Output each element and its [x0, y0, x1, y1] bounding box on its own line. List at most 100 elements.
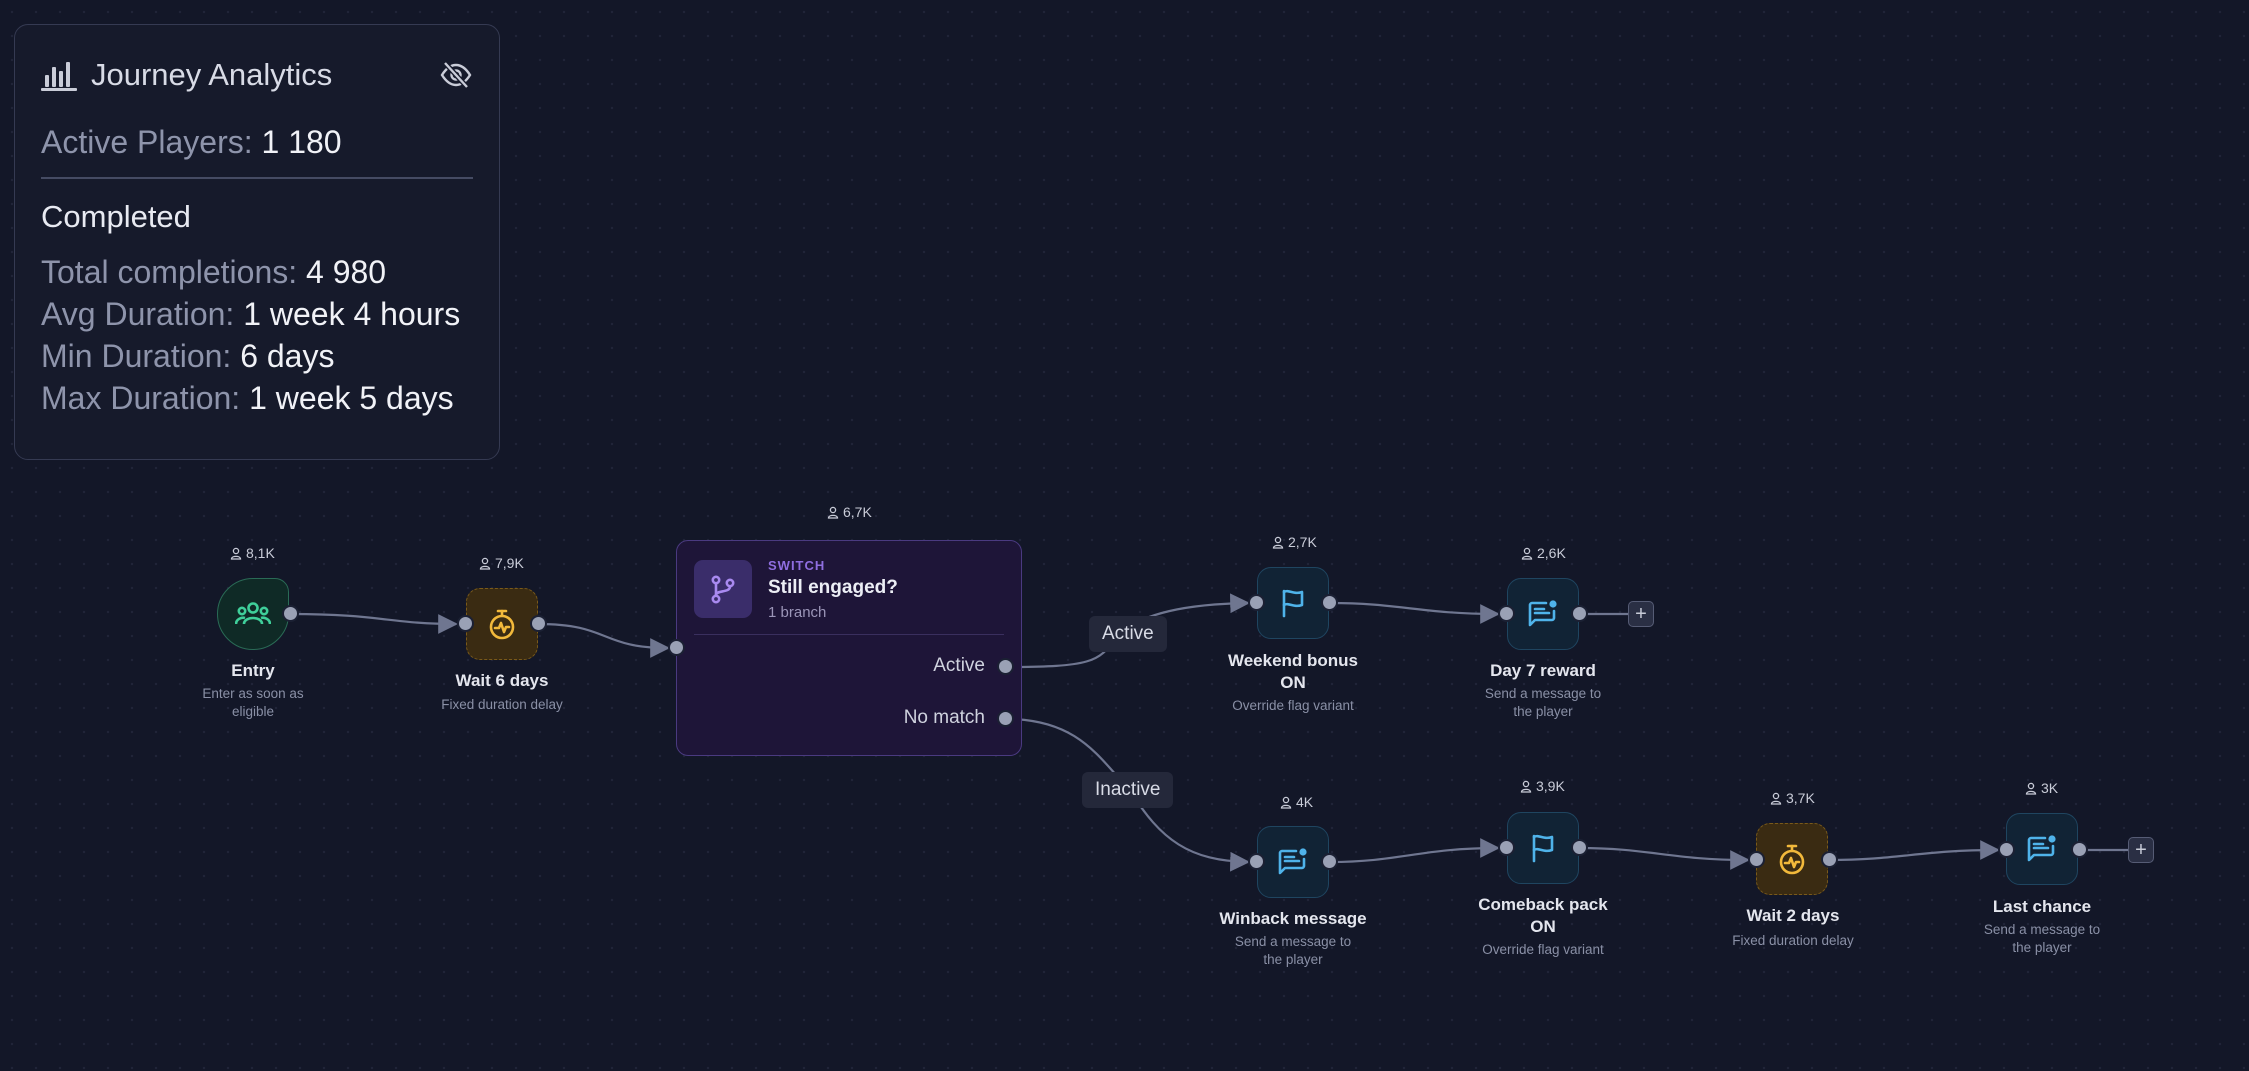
day-7-reward-subtitle: Send a message to the player — [1484, 686, 1602, 719]
weekend-bonus-subtitle: Override flag variant — [1232, 698, 1354, 713]
winback-message-title: Winback message — [1219, 909, 1367, 928]
day-7-reward-title: Day 7 reward — [1490, 661, 1596, 680]
edge-label-active: Active — [1089, 616, 1167, 652]
wait-2-days-count: 3,7K — [1770, 790, 1815, 806]
switch-subtitle: 1 branch — [768, 604, 827, 621]
switch-kind-label: SWITCH — [768, 558, 826, 573]
weekend-bonus-title: Weekend bonus ON — [1227, 651, 1359, 692]
day-7-reward-input-handle[interactable] — [1498, 605, 1515, 622]
entry-output-handle[interactable] — [282, 605, 299, 622]
edge-weekend-day7 — [1329, 601, 1500, 624]
person-icon — [2025, 782, 2037, 795]
switch-input-handle[interactable] — [668, 639, 685, 656]
edge-entry-wait6 — [290, 612, 458, 634]
comeback-pack-title: Comeback pack ON — [1478, 895, 1608, 936]
last-chance-output-handle[interactable] — [2071, 841, 2088, 858]
winback-message-subtitle: Send a message to the player — [1234, 934, 1352, 967]
min-duration-label: Min Duration: — [41, 338, 232, 374]
person-icon — [1520, 780, 1532, 793]
total-completions-row: Total completions: 4 980 — [41, 251, 473, 293]
wait-2-days-subtitle: Fixed duration delay — [1732, 933, 1854, 948]
entry-icon-box[interactable] — [217, 578, 289, 650]
wait-2-days-title: Wait 2 days — [1746, 906, 1840, 925]
message-icon — [1278, 848, 1307, 875]
winback-message-icon-box[interactable] — [1257, 826, 1329, 898]
weekend-bonus-count: 2,7K — [1272, 534, 1317, 550]
weekend-bonus-output-handle[interactable] — [1321, 594, 1338, 611]
switch-node[interactable]: SWITCH Still engaged? 1 branch Active No… — [676, 540, 1022, 756]
eye-off-icon[interactable] — [439, 58, 473, 92]
flag-icon — [1282, 589, 1304, 618]
comeback-pack-output-handle[interactable] — [1571, 839, 1588, 856]
bar-chart-icon — [41, 59, 77, 91]
users-icon — [235, 602, 271, 625]
wait-6-days-input-handle[interactable] — [457, 615, 474, 632]
person-icon — [827, 506, 839, 519]
avg-duration-label: Avg Duration: — [41, 296, 235, 332]
weekend-bonus-input-handle[interactable] — [1248, 594, 1265, 611]
entry-count: 8,1K — [230, 545, 275, 561]
switch-branch-nomatch-label: No match — [903, 707, 985, 728]
journey-analytics-panel: Journey Analytics Active Players: 1 180 … — [14, 24, 500, 460]
wait-2-days-output-handle[interactable] — [1821, 851, 1838, 868]
switch-divider — [694, 634, 1004, 635]
switch-active-handle[interactable] — [997, 658, 1014, 675]
wait-6-days-title: Wait 6 days — [455, 671, 549, 690]
winback-message-output-handle[interactable] — [1321, 853, 1338, 870]
edge-wait6-switch — [537, 622, 670, 658]
max-duration-row: Max Duration: 1 week 5 days — [41, 377, 473, 419]
last-chance-icon-box[interactable] — [2006, 813, 2078, 885]
comeback-pack-icon-box[interactable] — [1507, 812, 1579, 884]
last-chance-subtitle: Send a message to the player — [1983, 922, 2101, 955]
branch-icon — [694, 560, 752, 618]
add-step-button-bottom[interactable]: + — [2128, 837, 2154, 863]
switch-nomatch-handle[interactable] — [997, 710, 1014, 727]
entry-subtitle: Enter as soon as eligible — [202, 686, 304, 719]
last-chance-input-handle[interactable] — [1998, 841, 2015, 858]
active-players-row: Active Players: 1 180 — [41, 121, 473, 163]
person-icon — [1280, 796, 1292, 809]
comeback-pack-count: 3,9K — [1520, 778, 1565, 794]
comeback-pack-input-handle[interactable] — [1498, 839, 1515, 856]
person-icon — [479, 557, 491, 570]
day-7-reward-icon-box[interactable] — [1507, 578, 1579, 650]
add-step-button-top[interactable]: + — [1628, 601, 1654, 627]
total-completions-label: Total completions: — [41, 254, 298, 290]
wait-2-days-input-handle[interactable] — [1748, 851, 1765, 868]
person-icon — [1770, 792, 1782, 805]
day-7-reward-output-handle[interactable] — [1571, 605, 1588, 622]
day-7-reward-count: 2,6K — [1521, 545, 1566, 561]
active-players-value: 1 180 — [261, 124, 342, 160]
person-icon — [1521, 547, 1533, 560]
edge-label-inactive: Inactive — [1082, 772, 1174, 808]
edge-winback-comeback — [1329, 838, 1500, 864]
comeback-pack-subtitle: Override flag variant — [1482, 942, 1604, 957]
wait-6-days-output-handle[interactable] — [530, 615, 547, 632]
last-chance-count: 3K — [2025, 780, 2058, 796]
person-icon — [230, 547, 242, 560]
winback-message-input-handle[interactable] — [1248, 853, 1265, 870]
min-duration-row: Min Duration: 6 days — [41, 335, 473, 377]
panel-header: Journey Analytics — [41, 55, 473, 95]
wait-6-days-subtitle: Fixed duration delay — [441, 697, 563, 712]
wait-6-days-icon-box[interactable] — [466, 588, 538, 660]
completed-title: Completed — [41, 199, 191, 234]
switch-title: Still engaged? — [768, 577, 898, 598]
edge-wait2-last — [1828, 840, 2000, 862]
wait-2-days-icon-box[interactable] — [1756, 823, 1828, 895]
active-players-label: Active Players: — [41, 124, 253, 160]
person-icon — [1272, 536, 1284, 549]
edge-comeback-wait2 — [1578, 846, 1750, 870]
switch-branch-active-label: Active — [933, 655, 985, 676]
avg-duration-row: Avg Duration: 1 week 4 hours — [41, 293, 473, 335]
flag-icon — [1532, 834, 1554, 863]
total-completions-value: 4 980 — [306, 254, 387, 290]
last-chance-title: Last chance — [1992, 897, 2092, 916]
winback-message-count: 4K — [1280, 794, 1313, 810]
stopwatch-icon — [489, 609, 515, 640]
entry-title: Entry — [231, 661, 275, 680]
weekend-bonus-icon-box[interactable] — [1257, 567, 1329, 639]
message-icon — [2027, 835, 2056, 862]
min-duration-value: 6 days — [240, 338, 335, 374]
stopwatch-icon — [1779, 844, 1805, 875]
